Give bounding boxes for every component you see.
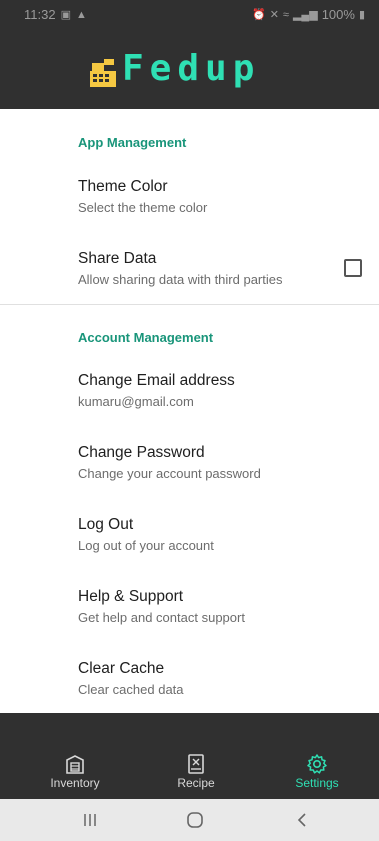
status-bar: 11:32 ▣ ▲ ⏰ ✕ ≈ ▂▄▆ 100% ▮	[0, 0, 379, 30]
nav-label: Settings	[295, 776, 339, 790]
home-icon	[187, 812, 203, 828]
pref-change-email[interactable]: Change Email address kumaru@gmail.com	[0, 372, 379, 428]
recipe-icon	[188, 754, 204, 774]
app-logo: Fedup	[88, 48, 260, 89]
system-navigation-bar	[0, 799, 379, 841]
share-data-checkbox[interactable]	[344, 259, 362, 277]
cash-register-icon	[90, 58, 116, 87]
back-icon	[297, 813, 306, 827]
app-name: Fedup	[122, 48, 261, 89]
nav-item-settings[interactable]: Settings	[277, 753, 357, 793]
battery-percentage: 100%	[321, 7, 355, 22]
status-left: 11:32 ▣ ▲	[24, 7, 87, 22]
pref-clear-cache[interactable]: Clear Cache Clear cached data	[0, 660, 379, 716]
recent-apps-button[interactable]	[70, 809, 110, 831]
pref-log-out[interactable]: Log Out Log out of your account	[0, 516, 379, 572]
status-time: 11:32	[24, 7, 56, 22]
pref-title: Theme Color	[78, 178, 168, 195]
pref-summary: kumaru@gmail.com	[78, 394, 194, 409]
home-button[interactable]	[175, 809, 215, 831]
pref-summary: Log out of your account	[78, 538, 214, 553]
recent-apps-icon	[84, 814, 96, 826]
pref-theme-color[interactable]: Theme Color Select the theme color	[0, 178, 379, 234]
section-title-account-management: Account Management	[78, 330, 214, 345]
inventory-icon	[66, 755, 84, 774]
pref-summary: Select the theme color	[78, 200, 208, 215]
settings-icon	[307, 754, 327, 774]
pref-title: Help & Support	[78, 588, 184, 605]
wifi-icon: ≈	[282, 8, 289, 21]
alarm-icon: ⏰	[252, 9, 266, 21]
battery-icon: ▮	[358, 9, 365, 21]
nav-item-inventory[interactable]: Inventory	[35, 753, 115, 793]
pref-title: Clear Cache	[78, 660, 165, 677]
pref-title: Change Email address	[78, 372, 235, 389]
pref-summary: Clear cached data	[78, 682, 184, 697]
back-button[interactable]	[282, 809, 322, 831]
pref-change-password[interactable]: Change Password Change your account pass…	[0, 444, 379, 500]
pref-summary: Get help and contact support	[78, 610, 245, 625]
section-title-app-management: App Management	[78, 135, 187, 150]
pref-title: Change Password	[78, 444, 205, 461]
nav-label: Recipe	[177, 776, 215, 790]
pref-summary: Change your account password	[78, 466, 261, 481]
nav-item-recipe[interactable]: Recipe	[156, 753, 236, 793]
pref-title: Share Data	[78, 250, 157, 267]
signal-icon: ▂▄▆	[292, 9, 318, 21]
pref-help-support[interactable]: Help & Support Get help and contact supp…	[0, 588, 379, 644]
pref-summary: Allow sharing data with third parties	[78, 272, 283, 287]
warning-notification-icon: ▲	[75, 8, 87, 21]
gallery-notification-icon: ▣	[60, 9, 71, 21]
app-bar: Fedup	[0, 30, 379, 109]
status-right: ⏰ ✕ ≈ ▂▄▆ 100% ▮	[252, 7, 365, 22]
section-divider	[0, 304, 379, 305]
pref-title: Log Out	[78, 516, 134, 533]
bottom-navigation: Inventory Recipe Settings	[0, 713, 379, 799]
nav-label: Inventory	[50, 776, 100, 790]
pref-share-data[interactable]: Share Data Allow sharing data with third…	[0, 250, 379, 306]
mute-icon: ✕	[269, 9, 279, 21]
